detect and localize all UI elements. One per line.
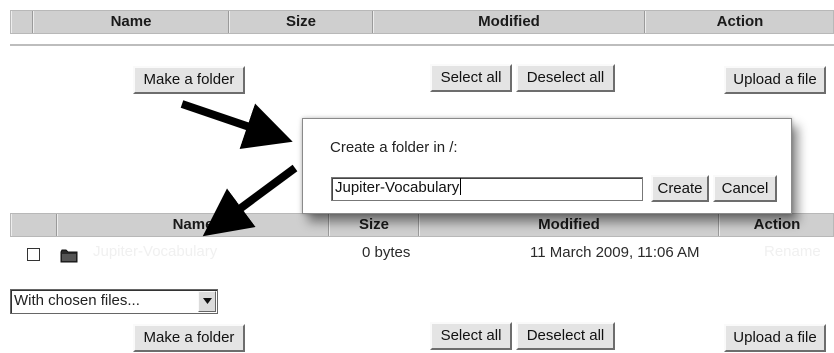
annotation-arrows (180, 100, 298, 237)
arrow-to-dialog (180, 100, 293, 149)
arrow-to-new-folder (202, 164, 298, 237)
